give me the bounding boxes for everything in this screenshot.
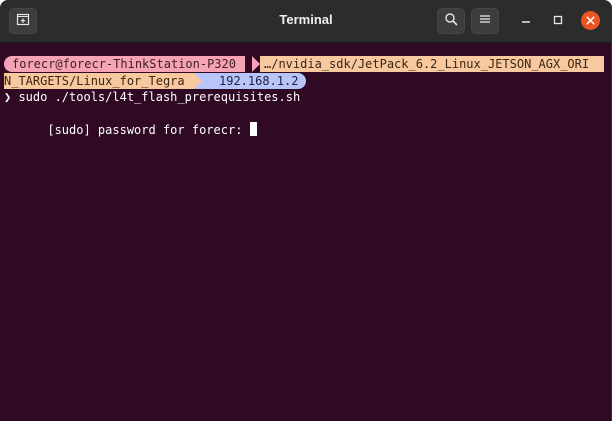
- prompt-separator-arrow: [252, 56, 260, 72]
- hamburger-menu-icon: [479, 12, 491, 30]
- search-button[interactable]: [437, 8, 465, 34]
- new-tab-button[interactable]: [9, 8, 37, 34]
- maximize-icon: [553, 12, 563, 30]
- minimize-button[interactable]: [518, 13, 534, 29]
- terminal-window: Terminal forecr@forecr-ThinkStation-P320…: [0, 0, 612, 421]
- prompt-path-line2: N_TARGETS/Linux_for_Tegra: [4, 73, 194, 89]
- search-icon: [444, 12, 458, 31]
- close-icon: [586, 12, 595, 30]
- prompt-user-host: forecr@forecr-ThinkStation-P320: [4, 56, 245, 72]
- new-tab-icon: [16, 12, 30, 31]
- title-bar[interactable]: Terminal: [0, 0, 612, 43]
- command-line: ❯ sudo ./tools/l4t_flash_prerequisites.s…: [4, 90, 301, 104]
- password-prompt: [sudo] password for forecr:: [47, 123, 250, 137]
- prompt-path-line1: …/nvidia_sdk/JetPack_6.2_Linux_JETSON_AG…: [260, 56, 604, 72]
- text-cursor: [249, 122, 257, 136]
- minimize-icon: [521, 12, 531, 30]
- terminal-output[interactable]: forecr@forecr-ThinkStation-P320 …/nvidia…: [0, 43, 612, 421]
- menu-button[interactable]: [471, 8, 499, 34]
- prompt-ip: 192.168.1.2: [202, 73, 307, 89]
- prompt-separator-arrow-2: [194, 73, 202, 89]
- maximize-button[interactable]: [550, 13, 566, 29]
- close-button[interactable]: [581, 11, 600, 30]
- password-prompt-line: [sudo] password for forecr:: [4, 105, 257, 137]
